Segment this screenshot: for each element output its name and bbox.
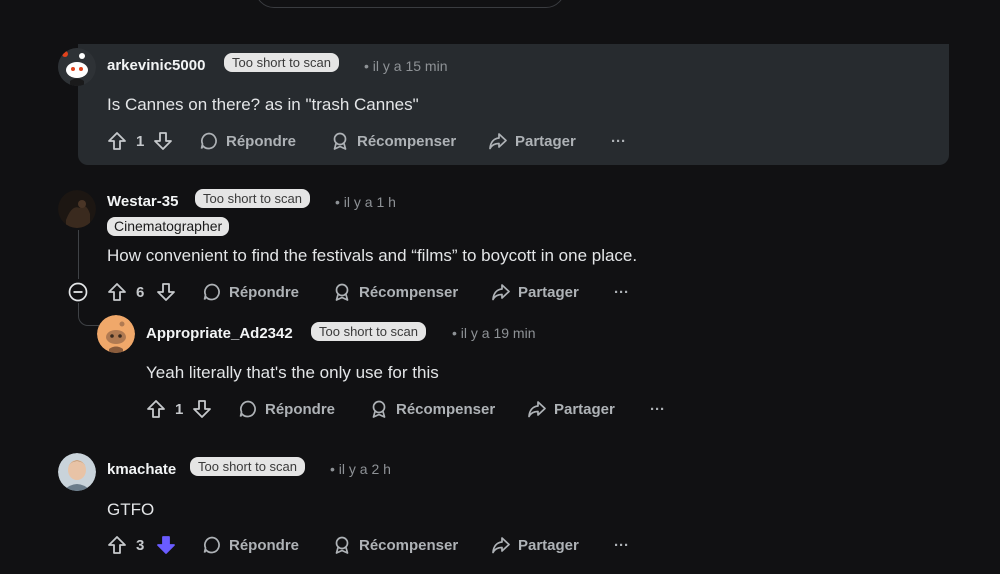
more-options-button[interactable]: ··· [650,397,665,421]
upvote-icon [147,400,165,418]
comment-bubble-icon [239,400,256,418]
award-label: Récompenser [359,536,459,554]
upvote-icon [108,536,126,554]
more-options-icon: ··· [614,536,629,554]
reply-label: Répondre [229,283,300,301]
share-label: Partager [518,536,579,554]
person-photo-avatar-icon[interactable] [58,453,96,491]
comment-bubble-icon [203,536,220,554]
comment-text: Yeah literally that's the only use for t… [146,363,439,382]
award-icon [333,132,347,150]
award-icon [372,400,386,418]
award-button[interactable]: Récompenser [369,397,495,421]
share-icon [492,284,510,301]
timestamp[interactable]: • il y a 15 min [364,58,448,74]
award-button[interactable]: Récompenser [330,129,456,153]
more-options-button[interactable]: ··· [614,280,629,304]
vote-count: 1 [175,401,184,418]
more-options-icon: ··· [611,132,626,150]
username[interactable]: Appropriate_Ad2342 [146,325,293,342]
timestamp[interactable]: • il y a 19 min [452,325,536,341]
comment-text: How convenient to find the festivals and… [107,246,638,265]
thread-branch-line [78,303,99,326]
username[interactable]: arkevinic5000 [107,57,205,74]
comment-text: GTFO [107,500,155,519]
award-label: Récompenser [357,132,457,150]
more-options-button[interactable]: ··· [614,533,629,557]
more-options-icon: ··· [614,283,629,301]
share-button[interactable]: Partager [527,397,615,421]
user-flair: Cinematographer [107,217,230,236]
share-label: Partager [518,283,579,301]
award-button[interactable]: Récompenser [332,280,458,304]
thread-line [78,230,79,279]
reply-button[interactable]: Répondre [202,533,299,557]
downvote-filled-icon [157,536,175,554]
share-label: Partager [515,132,576,150]
timestamp[interactable]: • il y a 1 h [335,194,396,210]
vote-count: 6 [136,284,145,301]
collapse-minus-icon [68,282,88,302]
share-button[interactable]: Partager [491,533,579,557]
share-icon [528,401,546,418]
upvote-button[interactable] [107,129,127,153]
timestamp[interactable]: • il y a 2 h [330,461,391,477]
downvote-icon [154,132,172,150]
share-button[interactable]: Partager [488,129,576,153]
username[interactable]: Westar-35 [107,193,178,210]
more-options-icon: ··· [650,400,665,418]
upvote-icon [108,132,126,150]
comment-bubble-icon [200,132,217,150]
downvote-button[interactable] [153,129,173,153]
scan-badge: Too short to scan [190,457,305,476]
snoo-white-avatar-icon[interactable] [58,48,96,86]
upvote-button[interactable] [107,533,127,557]
award-label: Récompenser [396,400,496,418]
more-options-button[interactable]: ··· [611,129,626,153]
scan-badge: Too short to scan [224,53,339,72]
share-label: Partager [554,400,615,418]
reply-label: Répondre [226,132,297,150]
downvote-icon [193,400,211,418]
award-icon [335,536,349,554]
downvote-button[interactable] [192,397,212,421]
downvote-icon [157,283,175,301]
downvote-button[interactable] [156,280,176,304]
upvote-button[interactable] [107,280,127,304]
award-button[interactable]: Récompenser [332,533,458,557]
snoo-orange-avatar-icon[interactable] [97,315,135,353]
scan-badge: Too short to scan [195,189,310,208]
search-bar-edge [255,0,565,8]
downvote-button-active[interactable] [156,533,176,557]
award-icon [335,283,349,301]
comment-bubble-icon [203,283,220,301]
reply-button[interactable]: Répondre [199,129,296,153]
reply-label: Répondre [265,400,336,418]
dark-photo-avatar-icon[interactable] [58,190,96,228]
reply-button[interactable]: Répondre [202,280,299,304]
comment-text: Is Cannes on there? as in "trash Cannes" [107,95,419,114]
scan-badge: Too short to scan [311,322,426,341]
share-button[interactable]: Partager [491,280,579,304]
vote-count: 3 [136,537,145,554]
vote-count: 1 [136,133,145,150]
username[interactable]: kmachate [107,461,176,478]
share-icon [489,133,507,150]
reply-button[interactable]: Répondre [238,397,335,421]
reply-label: Répondre [229,536,300,554]
share-icon [492,537,510,554]
upvote-button[interactable] [146,397,166,421]
upvote-icon [108,283,126,301]
award-label: Récompenser [359,283,459,301]
